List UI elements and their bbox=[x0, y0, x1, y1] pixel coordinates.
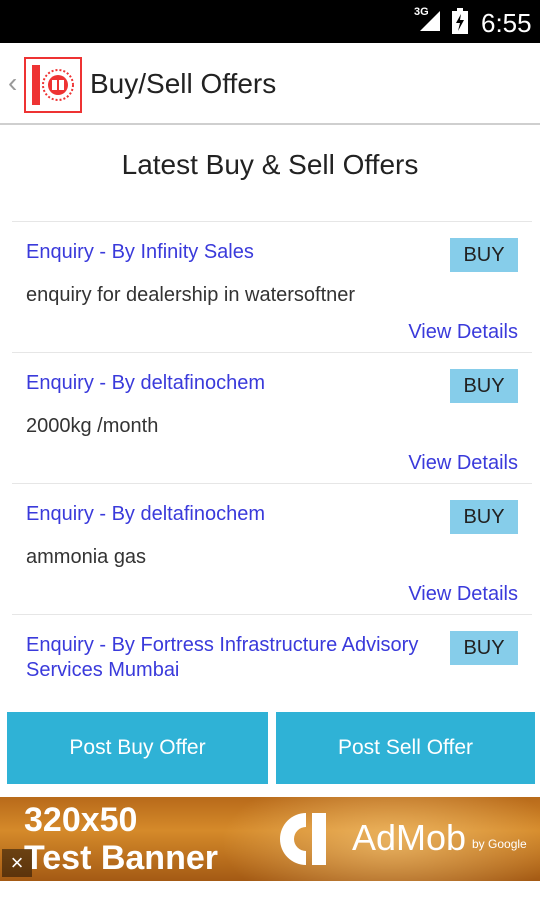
ad-banner-text: Test Banner bbox=[24, 839, 218, 877]
post-buy-offer-button[interactable]: Post Buy Offer bbox=[7, 712, 268, 784]
page-title: Buy/Sell Offers bbox=[90, 68, 277, 99]
list-item[interactable]: Enquiry - By deltafinochem BUY ammonia g… bbox=[12, 483, 532, 614]
close-icon[interactable]: × bbox=[2, 849, 32, 877]
signal-icon bbox=[420, 11, 440, 31]
ad-banner[interactable]: 320x50 Test Banner AdMob by Google × bbox=[0, 797, 540, 881]
buy-badge: BUY bbox=[450, 500, 518, 534]
offer-description: ammonia gas bbox=[26, 546, 147, 568]
buy-badge: BUY bbox=[450, 238, 518, 272]
buy-badge: BUY bbox=[450, 631, 518, 665]
admob-logo-icon bbox=[280, 813, 326, 865]
offers-content: Latest Buy & Sell Offers Enquiry - By In… bbox=[0, 127, 540, 707]
offer-description: 2000kg /month bbox=[26, 415, 159, 437]
logo-icon bbox=[32, 65, 74, 105]
battery-icon bbox=[452, 8, 468, 34]
list-item[interactable]: Enquiry - By Infinity Sales BUY enquiry … bbox=[12, 221, 532, 352]
section-heading: Latest Buy & Sell Offers bbox=[121, 149, 419, 180]
view-details-link[interactable]: View Details bbox=[408, 321, 518, 344]
chevron-left-icon[interactable]: ‹ bbox=[8, 69, 17, 97]
offer-actions: Post Buy Offer Post Sell Offer bbox=[0, 712, 540, 784]
offer-title[interactable]: Enquiry - By Infinity Sales bbox=[26, 240, 426, 265]
offer-description: enquiry for dealership in watersoftner bbox=[26, 284, 356, 306]
view-details-link[interactable]: View Details bbox=[408, 583, 518, 606]
list-item[interactable]: Enquiry - By deltafinochem BUY 2000kg /m… bbox=[12, 352, 532, 483]
app-logo[interactable] bbox=[24, 57, 82, 113]
bottom-strip bbox=[0, 881, 540, 900]
admob-brand: AdMob bbox=[352, 817, 467, 858]
buy-badge: BUY bbox=[450, 369, 518, 403]
offer-title[interactable]: Enquiry - By deltafinochem bbox=[26, 502, 426, 527]
offers-list: Enquiry - By Infinity Sales BUY enquiry … bbox=[12, 221, 532, 714]
post-sell-offer-button[interactable]: Post Sell Offer bbox=[276, 712, 535, 784]
action-bar: ‹ Buy/Sell Offers bbox=[0, 43, 540, 125]
ad-size-text: 320x50 bbox=[24, 801, 138, 839]
offer-title[interactable]: Enquiry - By Fortress Infrastructure Adv… bbox=[26, 633, 426, 683]
offer-title[interactable]: Enquiry - By deltafinochem bbox=[26, 371, 426, 396]
clock: 6:55 bbox=[481, 8, 532, 38]
admob-sub: by Google bbox=[472, 837, 527, 851]
view-details-link[interactable]: View Details bbox=[408, 452, 518, 475]
list-item[interactable]: Enquiry - By Fortress Infrastructure Adv… bbox=[12, 614, 532, 714]
status-bar: 3G 6:55 bbox=[0, 0, 540, 43]
